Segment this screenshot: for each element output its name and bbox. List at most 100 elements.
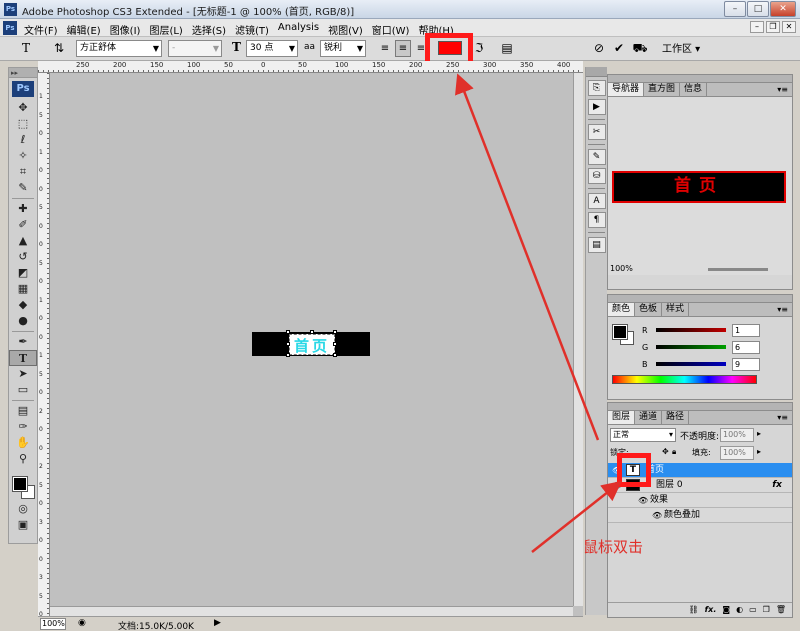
hand-tool-icon[interactable]: ✋ [9,435,37,451]
history-brush-tool-icon[interactable]: ↺ [9,249,37,265]
delete-layer-icon[interactable]: 🗑︎ [776,603,786,617]
panel-grip[interactable] [608,295,792,303]
path-selection-tool-icon[interactable]: ➤ [9,366,37,382]
layer-name[interactable]: 图层 0 [656,478,683,493]
font-size-dropdown[interactable]: 30 点 ▼ [246,40,298,57]
paragraph-panel-icon[interactable]: ¶ [587,212,606,228]
transform-handle[interactable] [333,330,337,334]
actions-panel-icon[interactable]: ▶ [587,99,606,115]
navigator-thumbnail[interactable]: 首页 [612,171,786,203]
character-panel-dock-icon[interactable]: A [587,193,606,209]
channel-slider[interactable] [656,362,726,366]
panel-tab[interactable]: 信息 [680,83,708,96]
canvas[interactable]: 首页 [252,330,370,357]
panel-menu-icon[interactable]: ▾≡ [777,303,788,317]
quick-mask-icon[interactable]: ◎ [9,501,37,517]
fill-arrow-icon[interactable]: ▸ [757,447,761,456]
panel-tab[interactable]: 图层 [608,411,636,424]
close-button[interactable]: ✕ [770,1,796,17]
transform-handle[interactable] [286,353,290,357]
transform-handle[interactable] [286,330,290,334]
horizontal-ruler[interactable]: 250 200 150 100 50 0 50 100 150 200 250 300 350 400 [38,61,583,73]
workspace-button[interactable]: 工作区 ▾ [662,40,700,55]
minimize-button[interactable]: – [724,1,746,17]
lasso-tool-icon[interactable]: ℓ [9,132,37,148]
blend-mode-dropdown[interactable]: 正常 ▾ [610,428,676,442]
channel-slider[interactable] [656,345,726,349]
maximize-button[interactable]: □ [747,1,769,17]
font-family-dropdown[interactable]: 方正舒体 ▼ [76,40,162,57]
zoom-tool-icon[interactable]: ⚲ [9,451,37,467]
eraser-tool-icon[interactable]: ◩ [9,265,37,281]
channel-slider[interactable] [656,328,726,332]
brush-tool-icon[interactable]: ✐ [9,217,37,233]
notes-tool-icon[interactable]: ▤ [9,403,37,419]
move-tool-icon[interactable]: ✥ [9,100,37,116]
lock-position-icon[interactable]: ✥ [662,447,669,456]
tool-presets-icon[interactable]: ✂ [587,124,606,140]
crop-tool-icon[interactable]: ⌗ [9,164,37,180]
panel-grip[interactable] [608,75,792,83]
align-center-icon[interactable]: ≡ [395,40,411,57]
color-spectrum-bar[interactable] [612,375,757,384]
link-layers-icon[interactable]: ⛓ [689,603,699,617]
screen-mode-icon[interactable]: ▣ [9,517,37,533]
clone-source-icon[interactable]: ⛁ [587,168,606,184]
menu-item[interactable]: Analysis [278,22,319,37]
horizontal-scrollbar[interactable] [50,606,573,616]
canvas-text-layer[interactable]: 首页 [288,335,336,356]
layer-fx-badge[interactable]: fx [772,478,782,493]
doc-close-button[interactable]: ✕ [782,21,796,33]
menu-item[interactable]: 滤镜(T) [235,22,269,37]
layer-effect-row[interactable]: 👁︎ 颜色叠加 [608,508,792,523]
layer-effects-row[interactable]: 👁︎ 效果 [608,493,792,508]
menu-item[interactable]: 图层(L) [149,22,182,37]
dodge-tool-icon[interactable]: ● [9,313,37,329]
transform-handle[interactable] [333,353,337,357]
history-panel-icon[interactable]: ⎘ [587,80,606,96]
document-menu-icon[interactable]: Ps [3,21,17,35]
navigator-zoom-slider[interactable] [708,268,768,271]
doc-minimize-button[interactable]: – [750,21,764,33]
color-panel-foreground-swatch[interactable] [612,324,628,340]
channel-value-field[interactable]: 6 [732,340,760,354]
navigator-zoom[interactable]: 100% [610,264,633,273]
character-panel-icon[interactable]: ▤ [498,40,516,57]
effect-name[interactable]: 颜色叠加 [664,508,700,523]
panel-grip[interactable] [608,403,792,411]
commit-edit-icon[interactable]: ✔ [610,40,628,57]
menu-item[interactable]: 编辑(E) [67,22,101,37]
healing-brush-tool-icon[interactable]: ✚ [9,201,37,217]
ps-logo-icon[interactable]: Ps [12,81,34,97]
font-style-dropdown[interactable]: - ▼ [168,40,222,57]
align-left-icon[interactable]: ≡ [377,40,393,57]
tool-preset-icon[interactable]: T [16,40,36,57]
status-menu-icon[interactable]: ◉ [78,618,86,628]
slice-tool-icon[interactable]: ✎ [9,180,37,196]
shape-tool-icon[interactable]: ▭ [9,382,37,398]
menu-item[interactable]: 图像(I) [110,22,141,37]
zoom-field[interactable]: 100% [40,618,66,630]
dock-grip[interactable] [586,67,607,77]
layer-comps-icon[interactable]: ▤ [587,237,606,253]
transform-handle[interactable] [310,330,314,334]
visibility-eye-icon[interactable]: 👁︎ [638,493,648,508]
opacity-arrow-icon[interactable]: ▸ [757,429,761,438]
text-orientation-icon[interactable]: ⇅ [50,40,68,57]
panel-tab[interactable]: 颜色 [608,303,636,316]
adjustment-layer-icon[interactable]: ◐ [736,603,743,617]
menu-item[interactable]: 窗口(W) [372,22,410,37]
add-mask-icon[interactable]: ◙ [722,603,730,617]
vertical-scrollbar[interactable] [573,73,583,606]
new-group-icon[interactable]: ▭ [749,603,757,617]
foreground-color-swatch[interactable] [12,476,28,492]
vertical-ruler[interactable]: 15010050050100150200250300350 [38,73,50,616]
status-menu-arrow-icon[interactable]: ▶ [214,618,221,628]
magic-wand-tool-icon[interactable]: ✧ [9,148,37,164]
channel-value-field[interactable]: 1 [732,323,760,337]
visibility-eye-icon[interactable]: 👁︎ [652,508,662,523]
lock-all-icon[interactable]: 🔒︎ [672,447,676,457]
clone-stamp-tool-icon[interactable]: ▲ [9,233,37,249]
brushes-panel-icon[interactable]: ✎ [587,149,606,165]
gradient-tool-icon[interactable]: ▦ [9,281,37,297]
